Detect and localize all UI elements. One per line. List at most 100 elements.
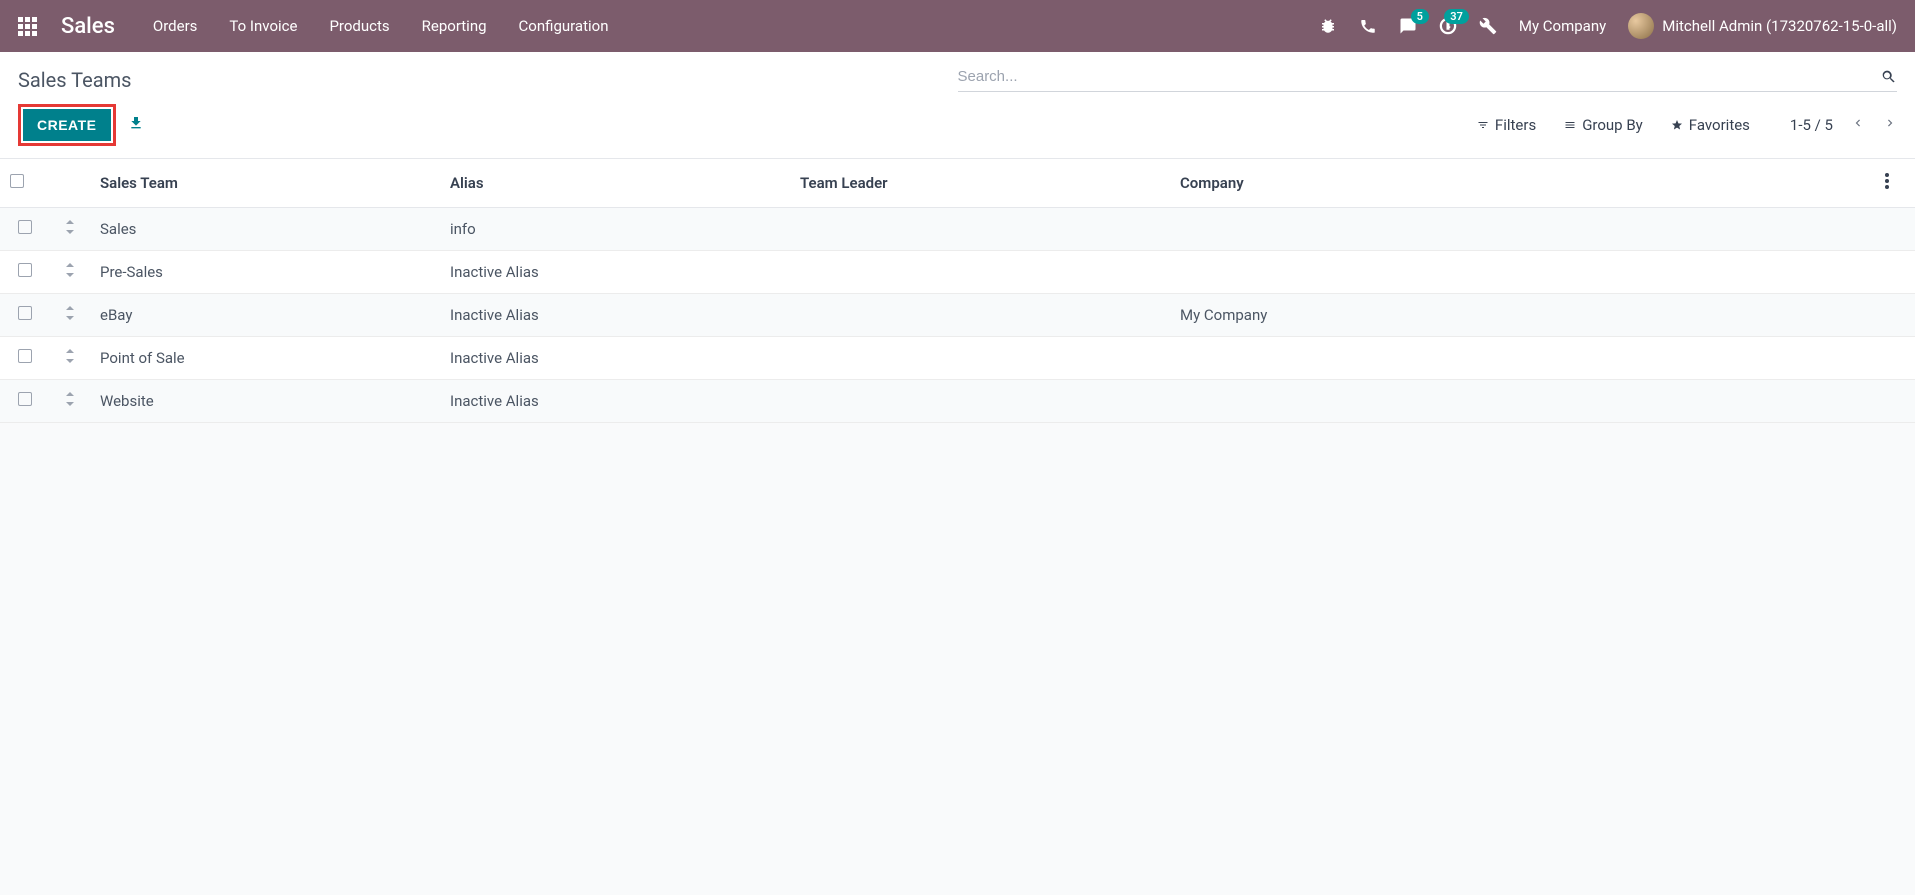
row-handle-cell [50,208,90,251]
cell-company: My Company [1170,294,1875,337]
download-icon[interactable] [128,115,144,135]
row-handle-cell [50,380,90,423]
cp-row-actions: CREATE Filters Group By Favorites 1-5 / … [18,92,1897,158]
cell-menu [1875,251,1915,294]
sales-teams-table: Sales Team Alias Team Leader Company Sal… [0,159,1915,423]
row-checkbox-cell [0,380,50,423]
table-row[interactable]: Sales info [0,208,1915,251]
row-checkbox-cell [0,208,50,251]
cp-row-title-search: Sales Teams [18,62,1897,92]
nav-to-invoice[interactable]: To Invoice [229,17,297,35]
search-icon[interactable] [1881,69,1897,85]
columns-menu-icon[interactable] [1885,175,1889,193]
cell-sales-team: Website [90,380,440,423]
header-sales-team[interactable]: Sales Team [90,159,440,208]
nav-reporting[interactable]: Reporting [422,17,487,35]
cell-menu [1875,294,1915,337]
row-checkbox-cell [0,337,50,380]
header-options [1875,159,1915,208]
user-menu[interactable]: Mitchell Admin (17320762-15-0-all) [1628,13,1897,39]
row-checkbox-cell [0,251,50,294]
cell-company [1170,337,1875,380]
filter-group: Filters Group By Favorites [1477,116,1750,134]
drag-handle-icon[interactable] [64,392,76,410]
groupby-label: Group By [1582,116,1643,134]
cell-alias: Inactive Alias [440,251,790,294]
topbar-right: 5 37 My Company Mitchell Admin (17320762… [1319,13,1897,39]
nav-orders[interactable]: Orders [153,17,198,35]
cell-company [1170,208,1875,251]
row-checkbox[interactable] [18,220,32,234]
row-checkbox[interactable] [18,263,32,277]
cell-team-leader [790,208,1170,251]
cell-sales-team: Point of Sale [90,337,440,380]
table-row[interactable]: eBay Inactive Alias My Company [0,294,1915,337]
main-nav: Orders To Invoice Products Reporting Con… [153,17,609,35]
row-checkbox[interactable] [18,349,32,363]
header-checkbox-col [0,159,50,208]
pager: 1-5 / 5 [1790,116,1897,134]
header-alias[interactable]: Alias [440,159,790,208]
cell-alias: Inactive Alias [440,294,790,337]
create-button-highlight: CREATE [18,104,116,146]
filters-button[interactable]: Filters [1477,116,1536,134]
cell-company [1170,380,1875,423]
avatar [1628,13,1654,39]
cell-team-leader [790,380,1170,423]
cell-alias: Inactive Alias [440,337,790,380]
debug-icon[interactable] [1319,17,1337,35]
nav-configuration[interactable]: Configuration [519,17,609,35]
table-row[interactable]: Pre-Sales Inactive Alias [0,251,1915,294]
header-team-leader[interactable]: Team Leader [790,159,1170,208]
table-container: Sales Team Alias Team Leader Company Sal… [0,159,1915,423]
row-handle-cell [50,294,90,337]
cell-team-leader [790,294,1170,337]
cell-alias: info [440,208,790,251]
nav-products[interactable]: Products [329,17,389,35]
cell-menu [1875,337,1915,380]
drag-handle-icon[interactable] [64,220,76,238]
page-title: Sales Teams [18,62,131,92]
row-handle-cell [50,251,90,294]
drag-handle-icon[interactable] [64,263,76,281]
top-navbar: Sales Orders To Invoice Products Reporti… [0,0,1915,52]
cell-team-leader [790,337,1170,380]
company-selector[interactable]: My Company [1519,17,1606,35]
row-handle-cell [50,337,90,380]
search-area [958,62,1898,92]
messages-icon[interactable]: 5 [1399,17,1417,35]
phone-icon[interactable] [1359,17,1377,35]
cell-menu [1875,380,1915,423]
tools-icon[interactable] [1479,17,1497,35]
header-handle-col [50,159,90,208]
table-row[interactable]: Point of Sale Inactive Alias [0,337,1915,380]
pager-text[interactable]: 1-5 / 5 [1790,116,1833,134]
messages-badge: 5 [1411,9,1429,24]
cell-company [1170,251,1875,294]
filters-label: Filters [1495,116,1536,134]
apps-grid-icon[interactable] [18,17,37,36]
select-all-checkbox[interactable] [10,174,24,188]
groupby-button[interactable]: Group By [1564,116,1643,134]
table-row[interactable]: Website Inactive Alias [0,380,1915,423]
cell-menu [1875,208,1915,251]
cell-sales-team: Sales [90,208,440,251]
row-checkbox[interactable] [18,306,32,320]
create-button[interactable]: CREATE [23,109,111,141]
header-company[interactable]: Company [1170,159,1875,208]
favorites-button[interactable]: Favorites [1671,116,1750,134]
activities-icon[interactable]: 37 [1439,17,1457,35]
topbar-left: Sales Orders To Invoice Products Reporti… [18,14,608,39]
row-checkbox[interactable] [18,392,32,406]
app-brand[interactable]: Sales [61,14,115,39]
control-panel: Sales Teams CREATE Filters Group By [0,52,1915,159]
activities-badge: 37 [1444,9,1469,24]
pager-next-icon[interactable] [1883,116,1897,134]
search-input[interactable] [958,68,1882,85]
cell-alias: Inactive Alias [440,380,790,423]
table-header-row: Sales Team Alias Team Leader Company [0,159,1915,208]
user-name: Mitchell Admin (17320762-15-0-all) [1662,17,1897,35]
drag-handle-icon[interactable] [64,349,76,367]
drag-handle-icon[interactable] [64,306,76,324]
pager-prev-icon[interactable] [1851,116,1865,134]
